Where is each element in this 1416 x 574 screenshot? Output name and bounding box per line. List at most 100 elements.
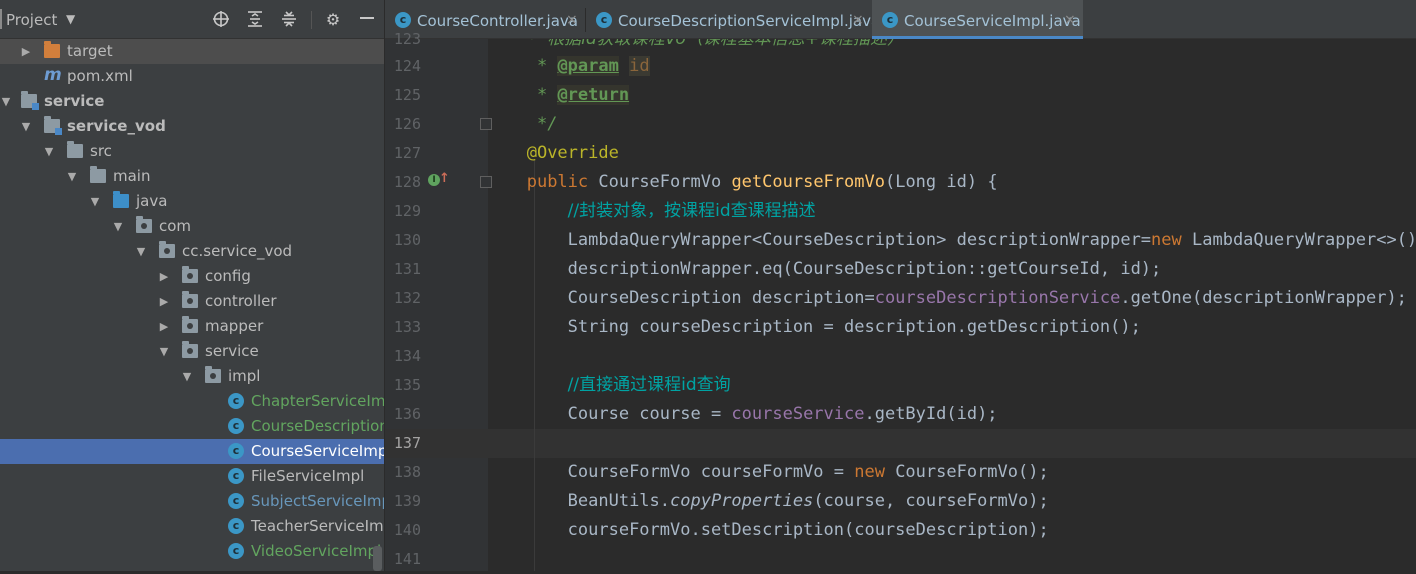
chevron-down-icon[interactable]: ▼ [66, 164, 78, 189]
close-icon[interactable]: × [852, 12, 864, 28]
tree-item-java[interactable]: ▼ java [0, 189, 384, 214]
expand-all-icon[interactable] [245, 10, 265, 30]
tree-item-label: service_vod [67, 117, 166, 135]
chevron-right-icon[interactable]: ▶ [20, 39, 32, 64]
maven-icon: m [44, 65, 62, 85]
locate-icon[interactable] [211, 10, 231, 30]
line-number: 133 [393, 318, 421, 336]
tree-item-service-vod[interactable]: ▼ service_vod [0, 114, 384, 139]
collapse-all-icon[interactable] [279, 10, 299, 30]
tree-item-pom[interactable]: m pom.xml [0, 64, 384, 89]
tree-item-label: CourseDescriptionServiceImpl [251, 417, 384, 435]
tree-item-subject-service-impl[interactable]: c SubjectServiceImpl [0, 489, 384, 514]
tree-item-impl[interactable]: ▼ impl [0, 364, 384, 389]
field-name: courseService [731, 404, 865, 424]
annotation: @Override [526, 143, 619, 163]
code-lines: * 根据id获取课程Vo（课程基本信息+课程描述） * @param id * … [496, 39, 1416, 571]
line-number: 136 [393, 405, 421, 423]
code-line-129: //封装对象，按课程id查课程描述 [496, 197, 816, 226]
project-scrollbar[interactable] [373, 546, 382, 571]
line-comment: //直接通过课程id查询 [567, 375, 731, 395]
tree-item-course-service-impl[interactable]: c CourseServiceImpl [0, 439, 384, 464]
chevron-right-icon[interactable]: ▶ [158, 289, 170, 314]
chevron-down-icon[interactable]: ▼ [135, 239, 147, 264]
tree-item-com[interactable]: ▼ com [0, 214, 384, 239]
tree-item-label: CourseServiceImpl [251, 442, 384, 460]
tree-item-mapper[interactable]: ▶ mapper [0, 314, 384, 339]
chevron-down-icon[interactable]: ▼ [89, 189, 101, 214]
close-icon[interactable]: × [1064, 12, 1076, 28]
doc-param-name: id [629, 56, 650, 76]
package-icon [136, 216, 152, 233]
fold-marker-icon[interactable] [480, 176, 492, 188]
tab-course-description-service-impl[interactable]: c CourseDescriptionServiceImpl.java × [586, 0, 880, 39]
close-icon[interactable]: × [566, 12, 578, 28]
arrow-up-icon[interactable]: ↑ [439, 171, 450, 186]
field-name: courseDescriptionService [874, 288, 1121, 308]
tree-item-label: TeacherServiceImpl [251, 517, 384, 535]
doc-tag: @return [557, 85, 630, 105]
tab-label: CourseController.java [417, 12, 578, 30]
chevron-right-icon[interactable]: ▶ [158, 314, 170, 339]
chevron-down-icon[interactable]: ▼ [66, 12, 75, 26]
method-name: getCourseFromVo [731, 172, 885, 192]
code-line-139: BeanUtils.copyProperties(course, courseF… [496, 487, 1049, 516]
tree-item-video-service-impl[interactable]: c VideoServiceImpl [0, 539, 384, 564]
line-number: 139 [393, 492, 421, 510]
tree-item-config[interactable]: ▶ config [0, 264, 384, 289]
tree-item-service-package[interactable]: ▼ service [0, 339, 384, 364]
chevron-down-icon[interactable]: ▼ [0, 89, 12, 114]
chevron-down-icon[interactable]: ▼ [20, 114, 32, 139]
tree-item-label: SubjectServiceImpl [251, 492, 384, 510]
keyword: public [526, 172, 589, 192]
tab-label: CourseDescriptionServiceImpl.java [618, 12, 881, 30]
line-number: 127 [393, 144, 421, 162]
package-icon [182, 316, 198, 333]
tree-item-label: FileServiceImpl [251, 467, 365, 485]
tree-item-controller[interactable]: ▶ controller [0, 289, 384, 314]
project-title-label[interactable]: Project [6, 11, 57, 29]
tree-item-src[interactable]: ▼ src [0, 139, 384, 164]
tree-item-service-module[interactable]: ▼ service [0, 89, 384, 114]
code-text: courseFormVo.setDescription(courseDescri… [567, 520, 1049, 540]
code-line-126: */ [496, 110, 557, 139]
code-line-127: @Override [496, 139, 619, 168]
tab-course-service-impl[interactable]: c CourseServiceImpl.java × [872, 0, 1083, 39]
tree-item-course-description-service-impl[interactable]: c CourseDescriptionServiceImpl [0, 414, 384, 439]
tree-item-file-service-impl[interactable]: c FileServiceImpl [0, 464, 384, 489]
tree-item-teacher-service-impl[interactable]: c TeacherServiceImpl [0, 514, 384, 539]
code-line-133: String courseDescription = description.g… [496, 313, 1141, 342]
line-number: 140 [393, 521, 421, 539]
code-text: .getOne(descriptionWrapper); [1120, 288, 1407, 308]
package-icon [159, 241, 175, 258]
chevron-right-icon[interactable]: ▶ [158, 264, 170, 289]
code-text: CourseDescription description= [567, 288, 875, 308]
code-line-131: descriptionWrapper.eq(CourseDescription:… [496, 255, 1162, 284]
chevron-down-icon[interactable]: ▼ [158, 339, 170, 364]
code-line-136: Course course = courseService.getById(id… [496, 400, 998, 429]
code-text: .getById(id); [864, 404, 998, 424]
line-number: 126 [393, 115, 421, 133]
tree-item-label: VideoServiceImpl [251, 542, 382, 560]
code-text: descriptionWrapper.eq(CourseDescription:… [567, 259, 1162, 279]
tree-item-label: pom.xml [67, 67, 133, 85]
tree-item-main[interactable]: ▼ main [0, 164, 384, 189]
package-icon [182, 266, 198, 283]
tree-item-target[interactable]: ▶ target [0, 39, 384, 64]
tree-item-label: src [90, 142, 112, 160]
editor-tabs: c CourseController.java × c CourseDescri… [385, 0, 1416, 39]
chevron-down-icon[interactable]: ▼ [112, 214, 124, 239]
folder-icon [67, 141, 83, 158]
code-text: LambdaQueryWrapper<CourseDescription> de… [567, 230, 1152, 250]
tree-item-label: com [159, 217, 192, 235]
minimize-icon[interactable] [357, 10, 377, 30]
chevron-down-icon[interactable]: ▼ [181, 364, 193, 389]
tree-item-cc-service-vod[interactable]: ▼ cc.service_vod [0, 239, 384, 264]
chevron-down-icon[interactable]: ▼ [43, 139, 55, 164]
line-number: 123 [393, 30, 421, 48]
line-comment: //封装对象，按课程id查课程描述 [567, 201, 816, 221]
tree-item-chapter-service-impl[interactable]: c ChapterServiceImpl [0, 389, 384, 414]
fold-marker-icon[interactable] [480, 118, 492, 130]
code-text: CourseFormVo(); [884, 462, 1049, 482]
gear-icon[interactable]: ⚙ [323, 10, 343, 30]
